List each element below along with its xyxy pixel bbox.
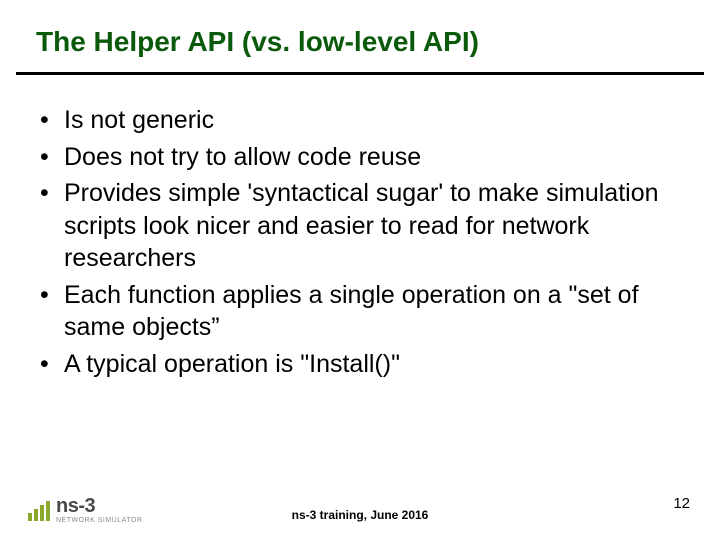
list-item: Each function applies a single operation…	[38, 279, 686, 344]
list-item: A typical operation is "Install()"	[38, 348, 686, 381]
title-underline	[16, 72, 704, 75]
slide-title: The Helper API (vs. low-level API)	[36, 26, 479, 68]
bullet-text: Each function applies a single operation…	[64, 281, 639, 342]
list-item: Is not generic	[38, 104, 686, 137]
bullet-list: Is not generic Does not try to allow cod…	[38, 104, 686, 380]
footer-text: ns-3 training, June 2016	[0, 508, 720, 522]
bullet-text: Does not try to allow code reuse	[64, 143, 421, 171]
page-number: 12	[673, 495, 690, 512]
bullet-text: A typical operation is "Install()"	[64, 350, 400, 378]
list-item: Provides simple 'syntactical sugar' to m…	[38, 177, 686, 275]
bullet-text: Provides simple 'syntactical sugar' to m…	[64, 179, 659, 272]
slide-body: Is not generic Does not try to allow cod…	[38, 104, 686, 384]
bullet-text: Is not generic	[64, 106, 214, 134]
list-item: Does not try to allow code reuse	[38, 141, 686, 174]
slide: The Helper API (vs. low-level API) Is no…	[0, 0, 720, 540]
